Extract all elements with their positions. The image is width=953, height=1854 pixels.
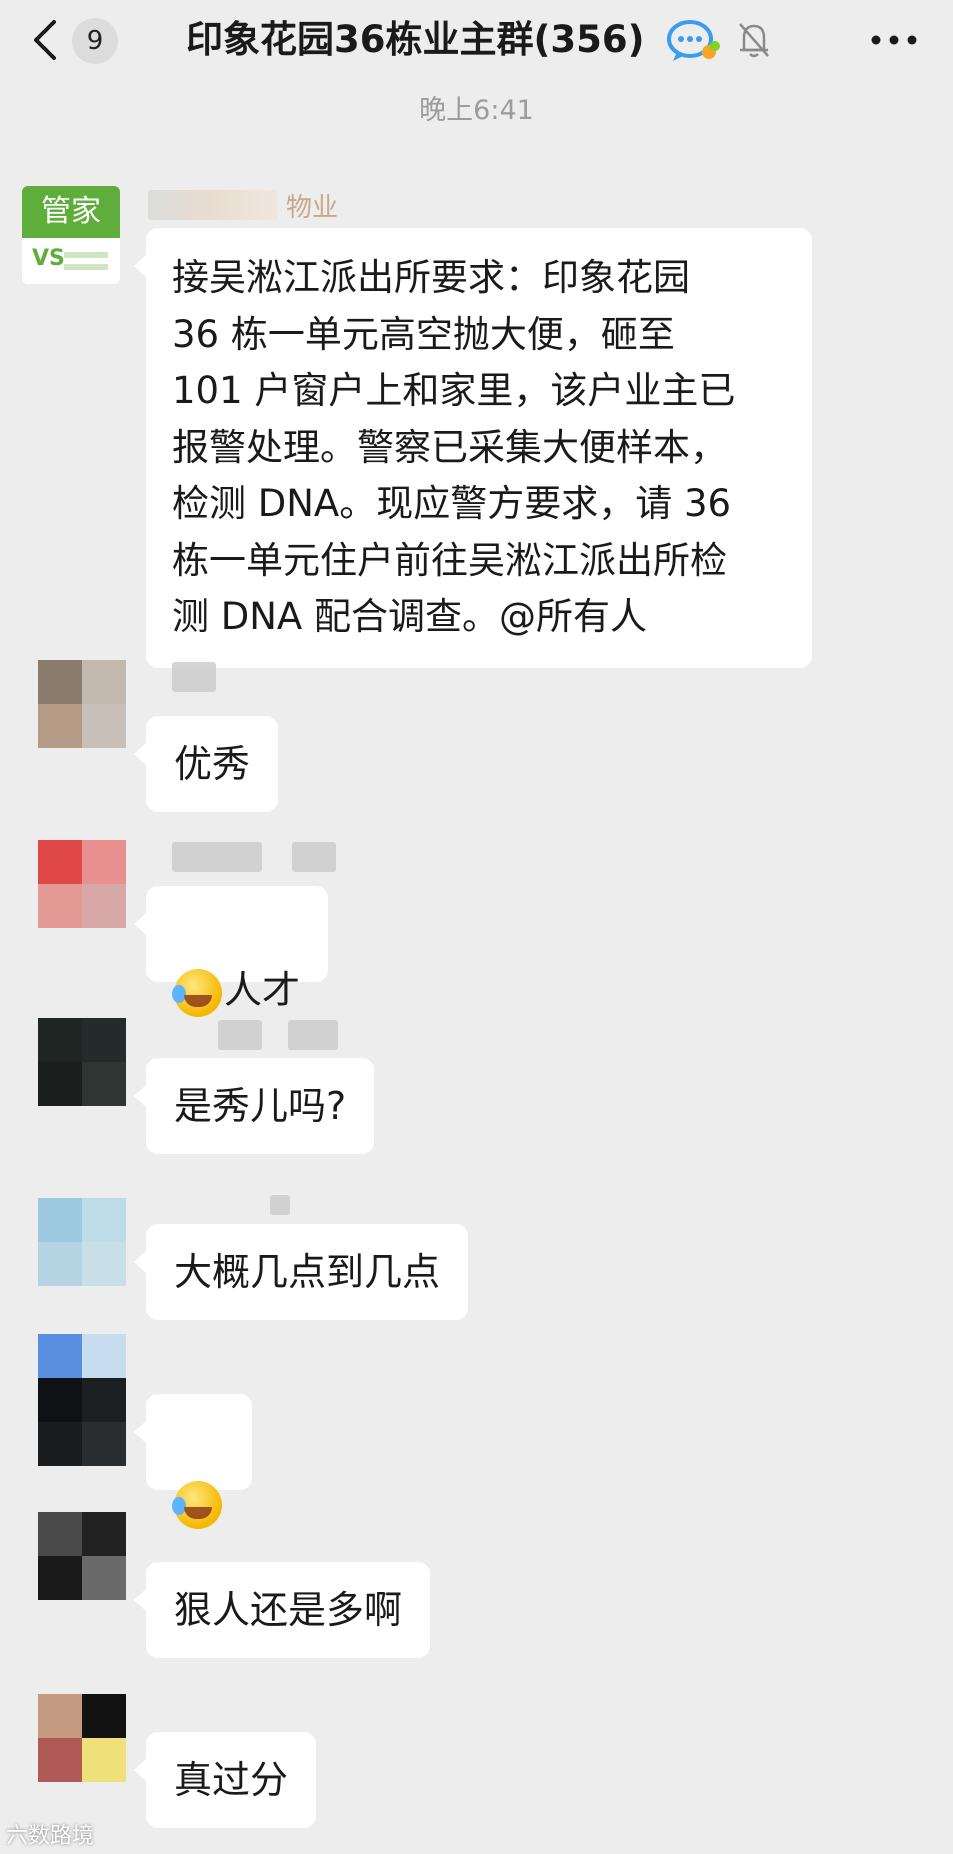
unread-count-badge[interactable]: 9 bbox=[72, 18, 118, 64]
message-text: 人才 bbox=[224, 968, 301, 1012]
message-bubble[interactable]: 狠人还是多啊 bbox=[133, 1562, 431, 1658]
sender-name-suffix: 物业 bbox=[286, 192, 339, 223]
avatar[interactable]: 管家 VS bbox=[22, 186, 120, 284]
group-chat-icon[interactable] bbox=[665, 18, 721, 64]
sender-name bbox=[172, 840, 336, 874]
avatar[interactable] bbox=[38, 1694, 126, 1782]
sender-name bbox=[218, 1018, 338, 1052]
sender-name: 物业 bbox=[148, 188, 339, 223]
laughing-crying-emoji bbox=[172, 968, 222, 1017]
message-bubble[interactable] bbox=[134, 1394, 252, 1529]
brand-logo-icon: VS bbox=[32, 246, 65, 271]
laughing-crying-emoji bbox=[172, 1480, 222, 1529]
message-bubble[interactable]: 真过分 bbox=[133, 1732, 317, 1828]
message-bubble[interactable]: 大概几点到几点 bbox=[133, 1224, 469, 1320]
chat-title: 印象花园36栋业主群(356) bbox=[186, 18, 645, 61]
sender-name bbox=[172, 660, 216, 694]
message-timestamp: 晚上6:41 bbox=[419, 95, 534, 126]
chat-header: 9 印象花园36栋业主群(356) bbox=[0, 0, 953, 80]
message-bubble[interactable]: 人才 bbox=[133, 886, 329, 1017]
avatar[interactable] bbox=[38, 1334, 126, 1466]
message-bubble[interactable]: 优秀 bbox=[133, 716, 279, 812]
message-bubble[interactable]: 是秀儿吗? bbox=[133, 1058, 375, 1154]
more-dots-icon[interactable] bbox=[866, 20, 922, 60]
avatar[interactable] bbox=[38, 840, 126, 928]
avatar[interactable] bbox=[38, 1018, 126, 1106]
avatar[interactable] bbox=[38, 1198, 126, 1286]
sender-name bbox=[270, 1188, 290, 1222]
chevron-left-icon[interactable] bbox=[26, 16, 66, 64]
avatar-label: 管家 bbox=[41, 194, 101, 229]
avatar[interactable] bbox=[38, 1512, 126, 1600]
bell-muted-icon bbox=[739, 23, 769, 58]
avatar[interactable] bbox=[38, 660, 126, 748]
watermark: 六数路境 bbox=[6, 1824, 95, 1849]
message-bubble[interactable]: 接吴淞江派出所要求：印象花园 36 栋一单元高空抛大便，砸至 101 户窗户上和… bbox=[134, 228, 812, 668]
